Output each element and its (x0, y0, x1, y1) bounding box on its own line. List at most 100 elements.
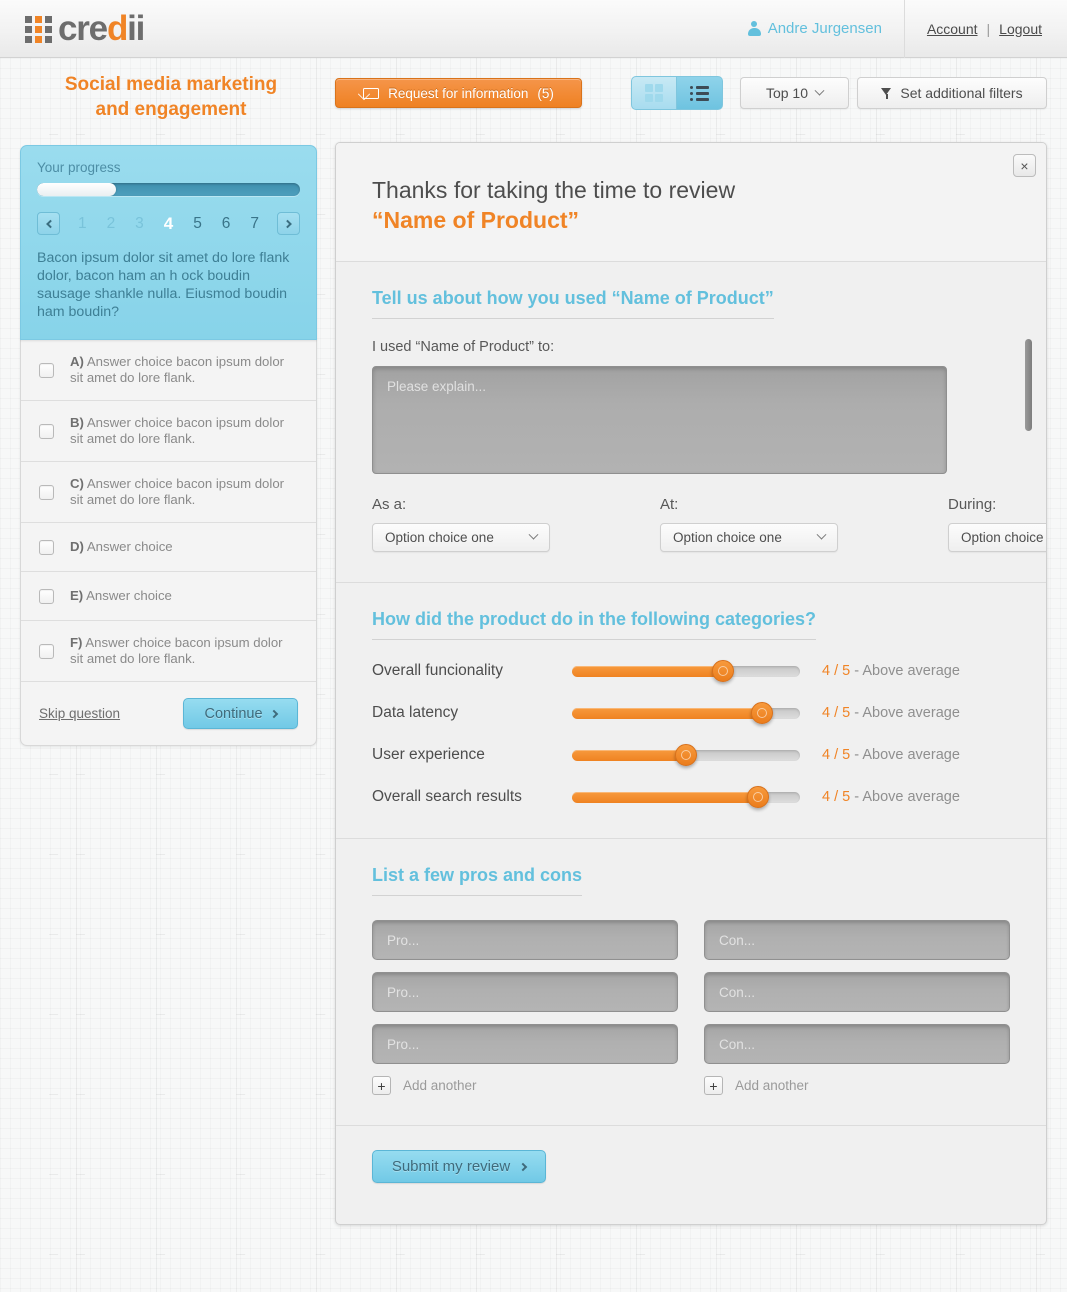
answer-letter: D) (70, 539, 84, 554)
answer-list: A) Answer choice bacon ipsum dolor sit a… (20, 340, 317, 746)
answer-option-B[interactable]: B) Answer choice bacon ipsum dolor sit a… (21, 401, 316, 462)
slider-knob[interactable] (712, 660, 735, 682)
add-another-pro-button[interactable]: + Add another (372, 1076, 678, 1095)
slider-knob[interactable] (751, 702, 774, 724)
plus-icon: + (372, 1076, 391, 1095)
continue-button[interactable]: Continue (183, 698, 298, 729)
pager-number-2[interactable]: 2 (107, 215, 116, 233)
usage-select-group-1: At: Option choice one (660, 496, 838, 552)
pager-number-7[interactable]: 7 (250, 215, 259, 233)
pager-number-5[interactable]: 5 (193, 215, 202, 233)
proscons-section-title: List a few pros and cons (372, 865, 583, 896)
usage-select-value: Option choice one (673, 530, 782, 545)
logo-text-accent: d (106, 9, 128, 48)
rating-row: User experience 4 / 5 - Above average (372, 744, 1010, 766)
pro-input[interactable]: Pro... (372, 972, 678, 1012)
answer-body: Answer choice (86, 539, 173, 554)
answer-checkbox[interactable] (39, 643, 54, 659)
add-another-con-button[interactable]: + Add another (704, 1076, 1010, 1095)
answer-footer: Skip question Continue (21, 682, 316, 745)
rating-slash: / (830, 789, 843, 805)
logout-link[interactable]: Logout (999, 21, 1042, 37)
usage-select-label: As a: (372, 496, 407, 513)
modal-title-line1: Thanks for taking the time to review (372, 177, 736, 203)
rating-slider[interactable] (572, 660, 800, 682)
user-menu[interactable]: Andre Jurgensen (747, 0, 905, 58)
usage-select[interactable]: Option choice one (660, 523, 838, 552)
modal-footer: Submit my review (336, 1126, 1046, 1213)
slider-knob[interactable] (675, 744, 697, 766)
usage-section-title: Tell us about how you used “Name of Prod… (372, 288, 774, 319)
answer-label: F) Answer choice bacon ipsum dolor sit a… (70, 635, 298, 667)
usage-select[interactable]: Option choice one (372, 523, 550, 552)
con-input[interactable]: Con... (704, 1024, 1010, 1064)
answer-label: D) Answer choice (70, 539, 173, 555)
chevron-down-icon (816, 529, 827, 540)
progress-card: Your progress 1 2 3 4 5 6 7 Bacon ipsum dolor … (20, 145, 317, 340)
close-icon[interactable]: × (1013, 154, 1036, 177)
pager-number-4[interactable]: 4 (164, 214, 173, 234)
rating-label: Data latency (372, 704, 459, 721)
app-logo[interactable]: credii (25, 9, 145, 48)
answer-letter: A) (70, 354, 84, 369)
rating-score: 4 (822, 789, 831, 805)
pager-number-1[interactable]: 1 (78, 215, 87, 233)
question-pager: 1 2 3 4 5 6 7 (37, 212, 300, 235)
rating-score: 4 (822, 747, 831, 763)
answer-body: Answer choice bacon ipsum dolor sit amet… (70, 635, 283, 666)
chevron-right-icon (269, 709, 278, 718)
usage-select-value: Option choice one (385, 530, 494, 545)
answer-option-C[interactable]: C) Answer choice bacon ipsum dolor sit a… (21, 462, 316, 523)
rating-slider[interactable] (572, 786, 800, 808)
answer-option-F[interactable]: F) Answer choice bacon ipsum dolor sit a… (21, 621, 316, 682)
logo-text-part1: cre (58, 9, 108, 48)
rating-slash: / (830, 747, 843, 763)
answer-checkbox[interactable] (39, 362, 54, 378)
rating-label: Overall funcionality (372, 662, 503, 679)
pager-prev-button[interactable] (37, 212, 60, 235)
answer-checkbox[interactable] (39, 539, 54, 555)
rating-score: 4 (822, 705, 831, 721)
pager-next-button[interactable] (277, 212, 300, 235)
modal-scrollbar[interactable] (1025, 339, 1032, 431)
top-bar: credii Andre Jurgensen Account | Logout (0, 0, 1067, 58)
usage-textarea[interactable]: Please explain... (372, 366, 947, 474)
ratings-list: Overall funcionality 4 / 5 - Above averag… (372, 660, 1010, 808)
person-icon (747, 21, 761, 36)
rating-slash: / (830, 663, 843, 679)
rating-slider[interactable] (572, 744, 800, 766)
answer-checkbox[interactable] (39, 484, 54, 500)
proscons-section: List a few pros and cons Pro... Pro... Pro… (336, 839, 1046, 1126)
rating-slash: / (830, 705, 843, 721)
con-input[interactable]: Con... (704, 972, 1010, 1012)
usage-select[interactable]: Option choice one (948, 523, 1046, 552)
answer-option-E[interactable]: E) Answer choice (21, 572, 316, 621)
pager-number-6[interactable]: 6 (222, 215, 231, 233)
answer-letter: C) (70, 476, 84, 491)
rating-slider[interactable] (572, 702, 800, 724)
cons-column: Con... Con... Con... + Add another (704, 920, 1010, 1095)
answer-option-D[interactable]: D) Answer choice (21, 523, 316, 572)
skip-question-link[interactable]: Skip question (39, 706, 120, 721)
pro-input[interactable]: Pro... (372, 1024, 678, 1064)
answer-checkbox[interactable] (39, 588, 54, 604)
usage-field-label: I used “Name of Product” to: (372, 339, 555, 355)
plus-icon: + (704, 1076, 723, 1095)
answer-letter: F) (70, 635, 83, 650)
rating-row: Overall search results 4 / 5 - Above aver… (372, 786, 1010, 808)
progress-label: Your progress (37, 160, 121, 175)
account-link[interactable]: Account (927, 21, 978, 37)
submit-review-button[interactable]: Submit my review (372, 1150, 546, 1183)
answer-option-A[interactable]: A) Answer choice bacon ipsum dolor sit a… (21, 340, 316, 401)
answer-checkbox[interactable] (39, 423, 54, 439)
con-input[interactable]: Con... (704, 920, 1010, 960)
pro-input[interactable]: Pro... (372, 920, 678, 960)
usage-select-value: Option choice one (961, 530, 1046, 545)
slider-knob[interactable] (747, 786, 770, 808)
add-another-label: Add another (403, 1078, 477, 1093)
pager-number-3[interactable]: 3 (135, 215, 144, 233)
chevron-down-icon (528, 529, 539, 540)
rating-descriptor: Above average (862, 789, 960, 805)
logo-wordmark: credii (58, 9, 145, 48)
progress-bar (37, 183, 300, 196)
